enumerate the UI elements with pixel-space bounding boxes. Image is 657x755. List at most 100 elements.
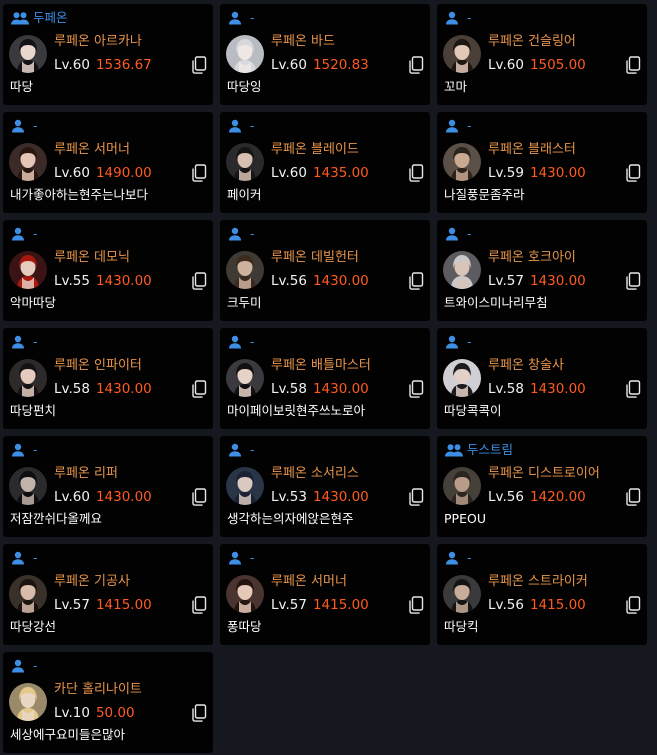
guild-row: - [445, 119, 472, 133]
item-level: 1430.00 [312, 489, 369, 505]
copy-icon[interactable] [625, 380, 641, 398]
copy-icon[interactable] [408, 272, 424, 290]
server-name: 루페온 [271, 142, 307, 157]
copy-icon[interactable] [625, 488, 641, 506]
character-card[interactable]: - 루페온 블래스터 Lv.59 1430.00 나질풍문좀주라 [437, 112, 647, 213]
person-icon [445, 227, 463, 241]
character-card[interactable]: - 루페온 서머너 Lv.57 1415.00 퐁따당 [220, 544, 430, 645]
class-name: 서머너 [311, 574, 347, 589]
stats-line: Lv.60 1430.00 [54, 489, 152, 506]
character-name: 내가좋아하는현주는나보다 [10, 187, 149, 202]
copy-icon[interactable] [191, 488, 207, 506]
character-card[interactable]: - 루페온 건슬링어 Lv.60 1505.00 꼬마 [437, 4, 647, 105]
character-level: Lv.60 [271, 165, 307, 181]
guild-name: 두스트림 [467, 442, 514, 457]
stats-line: Lv.55 1430.00 [54, 273, 152, 290]
person-icon [11, 659, 29, 673]
avatar [9, 35, 47, 73]
guild-name: - [33, 442, 38, 457]
server-name: 루페온 [488, 142, 524, 157]
guild-name: - [467, 226, 472, 241]
avatar [9, 251, 47, 289]
person-icon [228, 227, 246, 241]
class-name: 리퍼 [94, 466, 118, 481]
stats-line: Lv.60 1435.00 [271, 165, 369, 182]
character-card[interactable]: - 카단 홀리나이트 Lv.10 50.00 세상에구요미들은많아 [3, 652, 213, 753]
character-card[interactable]: - 루페온 데모닉 Lv.55 1430.00 악마따당 [3, 220, 213, 321]
person-icon [11, 227, 29, 241]
person-icon [228, 119, 246, 133]
character-card[interactable]: - 루페온 서머너 Lv.60 1490.00 내가좋아하는현주는나보다 [3, 112, 213, 213]
character-card[interactable]: - 루페온 배틀마스터 Lv.58 1430.00 마이페이보릿현주쓰노로아 [220, 328, 430, 429]
character-card[interactable]: - 루페온 리퍼 Lv.60 1430.00 저잠깐쉬다올께요 [3, 436, 213, 537]
character-level: Lv.60 [488, 57, 524, 73]
avatar [443, 575, 481, 613]
item-level: 1505.00 [529, 57, 586, 73]
guild-name: 두페온 [33, 10, 68, 25]
character-card[interactable]: - 루페온 블레이드 Lv.60 1435.00 페이커 [220, 112, 430, 213]
guild-name: - [33, 658, 38, 673]
class-name: 디스트로이어 [528, 466, 600, 481]
class-line: 루페온 리퍼 [54, 466, 118, 482]
character-level: Lv.53 [271, 489, 307, 505]
class-name: 아르카나 [94, 34, 142, 49]
copy-icon[interactable] [408, 380, 424, 398]
copy-icon[interactable] [408, 596, 424, 614]
guild-name: - [250, 334, 255, 349]
class-name: 데빌헌터 [311, 250, 359, 265]
copy-icon[interactable] [191, 704, 207, 722]
server-name: 루페온 [488, 34, 524, 49]
character-card[interactable]: - 루페온 바드 Lv.60 1520.83 따당잉 [220, 4, 430, 105]
character-card[interactable]: - 루페온 창술사 Lv.58 1430.00 따당콕콕이 [437, 328, 647, 429]
class-name: 데모닉 [94, 250, 130, 265]
character-level: Lv.60 [271, 57, 307, 73]
server-name: 루페온 [271, 250, 307, 265]
class-name: 건슬링어 [528, 34, 576, 49]
character-name: 페이커 [227, 187, 262, 202]
avatar [443, 359, 481, 397]
guild-name: - [467, 10, 472, 25]
server-name: 루페온 [271, 466, 307, 481]
character-name: 마이페이보릿현주쓰노로아 [227, 403, 366, 418]
copy-icon[interactable] [191, 272, 207, 290]
copy-icon[interactable] [625, 596, 641, 614]
copy-icon[interactable] [408, 56, 424, 74]
guild-name: - [250, 550, 255, 565]
character-name: PPEOU [444, 511, 486, 526]
copy-icon[interactable] [625, 164, 641, 182]
copy-icon[interactable] [191, 164, 207, 182]
character-name: 따당잉 [227, 79, 262, 94]
copy-icon[interactable] [191, 380, 207, 398]
item-level: 1415.00 [95, 597, 152, 613]
copy-icon[interactable] [408, 488, 424, 506]
stats-line: Lv.57 1430.00 [488, 273, 586, 290]
character-card[interactable]: 두페온 루페온 아르카나 Lv.60 1536.67 따당 [3, 4, 213, 105]
guild-row: - [445, 227, 472, 241]
stats-line: Lv.58 1430.00 [271, 381, 369, 398]
person-icon [228, 335, 246, 349]
server-name: 루페온 [54, 142, 90, 157]
character-card[interactable]: - 루페온 스트라이커 Lv.56 1415.00 따당킥 [437, 544, 647, 645]
character-card[interactable]: - 루페온 호크아이 Lv.57 1430.00 트와이스미나리무침 [437, 220, 647, 321]
person-icon [445, 335, 463, 349]
character-card[interactable]: - 루페온 소서리스 Lv.53 1430.00 생각하는의자에앉은현주 [220, 436, 430, 537]
copy-icon[interactable] [625, 56, 641, 74]
stats-line: Lv.59 1430.00 [488, 165, 586, 182]
character-name: 세상에구요미들은많아 [10, 727, 126, 742]
server-name: 루페온 [54, 250, 90, 265]
class-name: 창술사 [528, 358, 564, 373]
class-line: 루페온 데모닉 [54, 250, 130, 266]
copy-icon[interactable] [191, 596, 207, 614]
character-card[interactable]: 두스트림 루페온 디스트로이어 Lv.56 1420.00 PPEOU [437, 436, 647, 537]
item-level: 1420.00 [529, 489, 586, 505]
item-level: 1415.00 [312, 597, 369, 613]
guild-row: 두스트림 [445, 443, 513, 457]
character-card[interactable]: - 루페온 기공사 Lv.57 1415.00 따당강선 [3, 544, 213, 645]
character-card[interactable]: - 루페온 인파이터 Lv.58 1430.00 따당펀치 [3, 328, 213, 429]
guild-row: - [228, 551, 255, 565]
copy-icon[interactable] [191, 56, 207, 74]
copy-icon[interactable] [625, 272, 641, 290]
stats-line: Lv.60 1490.00 [54, 165, 152, 182]
copy-icon[interactable] [408, 164, 424, 182]
character-card[interactable]: - 루페온 데빌헌터 Lv.56 1430.00 크두미 [220, 220, 430, 321]
